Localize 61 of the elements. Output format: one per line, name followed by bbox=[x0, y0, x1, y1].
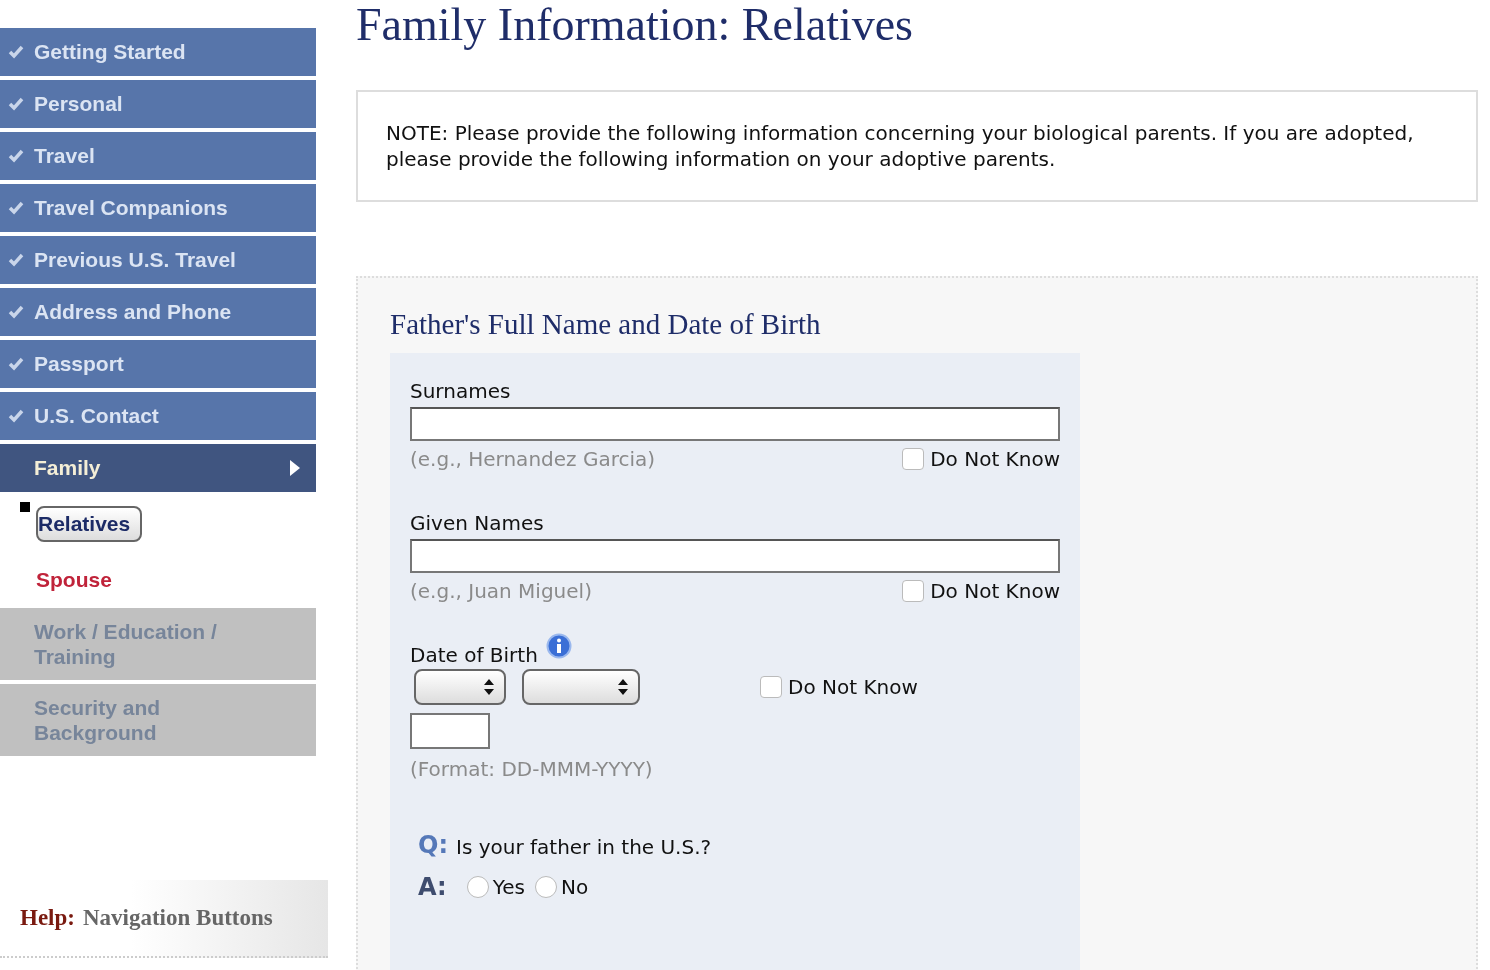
nav-label: Travel bbox=[34, 144, 95, 168]
checkbox[interactable] bbox=[902, 580, 925, 602]
help-link[interactable]: Navigation Buttons bbox=[82, 905, 273, 931]
checkbox-label: Do Not Know bbox=[930, 447, 1060, 471]
radio-button[interactable] bbox=[534, 876, 557, 898]
updown-icon bbox=[618, 679, 628, 695]
checkmark-icon bbox=[8, 44, 24, 60]
checkbox[interactable] bbox=[760, 676, 782, 698]
nav-label: Travel Companions bbox=[34, 196, 228, 220]
year-field[interactable] bbox=[410, 713, 490, 749]
nav-label: Previous U.S. Travel bbox=[34, 248, 236, 272]
question-marker: Q: bbox=[418, 831, 448, 859]
field-label: Surnames bbox=[410, 379, 512, 403]
checkbox-label: Do Not Know bbox=[788, 675, 918, 699]
nav-item[interactable]: Previous U.S. Travel bbox=[0, 236, 316, 284]
note-text: NOTE: Please provide the following information concerning your biological parents. If you are adopted, please provide the following information on your adoptive parents. bbox=[386, 120, 1415, 172]
checkmark-icon bbox=[8, 148, 24, 164]
nav-item[interactable]: Personal bbox=[0, 80, 316, 128]
checkmark-icon bbox=[8, 96, 24, 112]
nav-label: Getting Started bbox=[34, 40, 186, 64]
text-field[interactable] bbox=[410, 539, 1060, 573]
nav-item[interactable]: U.S. Contact bbox=[0, 392, 316, 440]
field-label: Given Names bbox=[410, 511, 545, 535]
subnav-link[interactable]: Relatives bbox=[36, 506, 143, 542]
checkmark-icon bbox=[8, 252, 24, 268]
checkbox-label: Do Not Know bbox=[930, 579, 1060, 603]
nav-item[interactable]: Address and Phone bbox=[0, 288, 316, 336]
answer-marker: A: bbox=[418, 873, 447, 901]
day-dropdown[interactable] bbox=[414, 669, 506, 705]
radio-label: No bbox=[560, 875, 589, 899]
nav-item[interactable]: Travel bbox=[0, 132, 316, 180]
hint-text: (e.g., Juan Miguel) bbox=[410, 579, 592, 603]
nav-label: U.S. Contact bbox=[34, 404, 159, 428]
checkbox[interactable] bbox=[902, 448, 925, 470]
subnav-link[interactable]: Spouse bbox=[36, 568, 112, 592]
nav-item[interactable]: Getting Started bbox=[0, 28, 316, 76]
nav-item[interactable]: Passport bbox=[0, 340, 316, 388]
nav-item[interactable]: Travel Companions bbox=[0, 184, 316, 232]
nav-label: Security and Background bbox=[34, 694, 162, 746]
nav-label: Address and Phone bbox=[34, 300, 232, 324]
radio-button[interactable] bbox=[466, 876, 489, 898]
checkmark-icon bbox=[8, 408, 24, 424]
nav-label: Family bbox=[34, 456, 101, 480]
checkmark-icon bbox=[8, 304, 24, 320]
nav-label: Personal bbox=[34, 92, 123, 116]
section-title: Father's Full Name and Date of Birth bbox=[390, 308, 822, 341]
updown-icon bbox=[484, 679, 494, 695]
page-title: Family Information: Relatives bbox=[356, 0, 914, 50]
hint-text: (e.g., Hernandez Garcia) bbox=[410, 447, 656, 471]
text-field[interactable] bbox=[410, 407, 1060, 441]
info-icon[interactable] bbox=[545, 633, 572, 659]
nav-label: Work / Education / Training bbox=[34, 618, 218, 670]
checkmark-icon bbox=[8, 356, 24, 372]
field-label: Date of Birth bbox=[410, 643, 538, 667]
radio-label: Yes bbox=[492, 875, 525, 899]
hint-text: (Format: DD-MMM-YYYY) bbox=[410, 757, 654, 781]
checkmark-icon bbox=[8, 200, 24, 216]
help-label: Help: bbox=[20, 905, 75, 931]
nav-label: Passport bbox=[34, 352, 124, 376]
question-text: Is your father in the U.S.? bbox=[456, 835, 712, 859]
month-dropdown[interactable] bbox=[522, 669, 640, 705]
